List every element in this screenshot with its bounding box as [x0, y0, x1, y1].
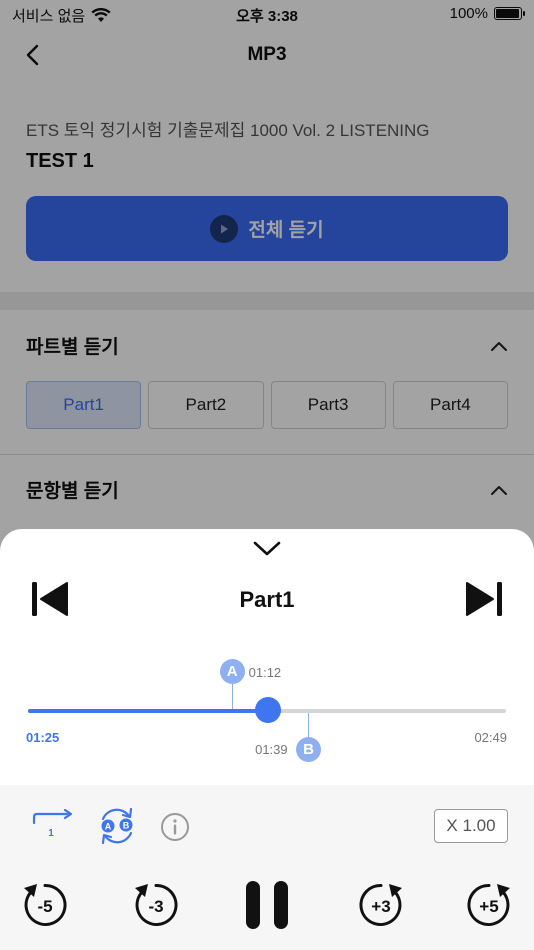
- rewind-3-label: -3: [148, 897, 163, 916]
- pause-icon-bar: [274, 881, 288, 929]
- marker-a-badge[interactable]: A: [219, 659, 245, 684]
- current-time: 01:25: [26, 730, 60, 745]
- rewind-5-label: -5: [37, 897, 52, 916]
- progress-area: A 01:12 01:39 B 01:25 02:49: [0, 655, 534, 765]
- repeat-count: 1: [48, 828, 54, 839]
- forward-3-icon[interactable]: +3: [357, 881, 405, 929]
- marker-b-line: [308, 713, 310, 737]
- progress-thumb[interactable]: [255, 697, 282, 723]
- ab-a-label: A: [105, 822, 112, 832]
- track-title: Part1: [239, 587, 295, 612]
- marker-a-time: 01:12: [248, 665, 282, 680]
- progress-fill: [28, 709, 269, 713]
- pause-button[interactable]: [246, 881, 288, 929]
- rewind-3-icon[interactable]: -3: [132, 881, 180, 929]
- ab-repeat-icon[interactable]: A B: [96, 805, 138, 847]
- pause-icon-bar: [246, 881, 260, 929]
- controls-panel: 1 A B X 1.00 -5 -3 +3 +5: [0, 785, 534, 950]
- marker-a-line: [231, 683, 233, 709]
- info-icon[interactable]: [160, 812, 190, 842]
- forward-5-icon[interactable]: +5: [465, 881, 513, 929]
- chevron-down-icon[interactable]: [251, 535, 283, 559]
- marker-b-badge[interactable]: B: [296, 737, 322, 762]
- total-time: 02:49: [474, 730, 507, 745]
- repeat-one-icon[interactable]: 1: [30, 809, 76, 839]
- rewind-5-icon[interactable]: -5: [21, 881, 69, 929]
- ab-b-label: B: [123, 821, 130, 831]
- speed-button[interactable]: X 1.00: [434, 809, 508, 843]
- forward-5-label: +5: [479, 897, 498, 916]
- player-sheet: Part1 A 01:12 01:39 B 01:25 02:49 1 A B …: [0, 529, 534, 950]
- skip-next-icon[interactable]: [464, 580, 504, 618]
- marker-b-time: 01:39: [255, 742, 288, 757]
- forward-3-label: +3: [371, 897, 390, 916]
